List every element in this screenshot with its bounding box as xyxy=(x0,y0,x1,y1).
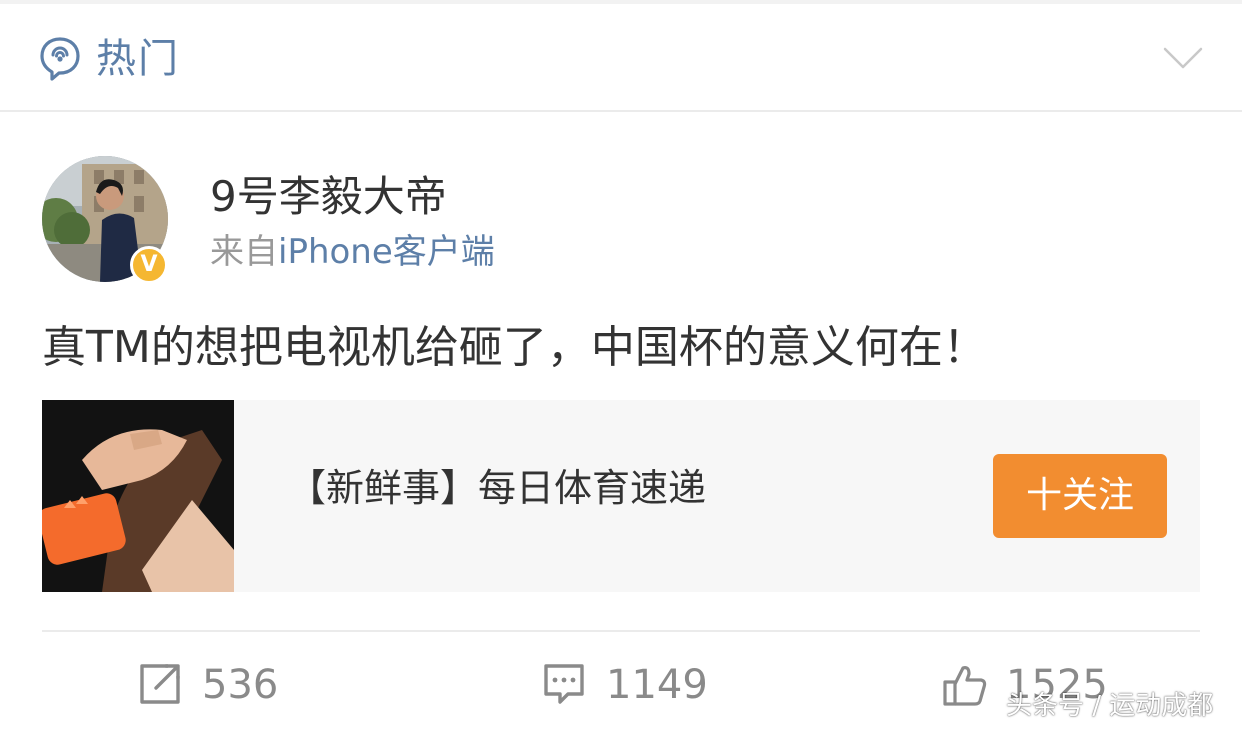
recommended-account-card[interactable]: 【新鲜事】每日体育速递 十关注 xyxy=(42,400,1200,592)
source-prefix: 来自 xyxy=(210,232,278,272)
repost-count: 536 xyxy=(202,662,279,708)
follow-button[interactable]: 十关注 xyxy=(993,454,1167,538)
hot-topic-icon xyxy=(40,37,80,81)
post-text: 真TM的想把电视机给砸了，中国杯的意义何在！ xyxy=(42,322,987,373)
repost-icon xyxy=(140,664,180,704)
repost-button[interactable]: 536 xyxy=(138,650,288,720)
username[interactable]: 9号李毅大帝 xyxy=(210,170,447,224)
post-source: 来自iPhone客户端 xyxy=(210,230,495,274)
watermark: 头条号 / 运动成都 xyxy=(1006,691,1214,721)
verified-badge: V xyxy=(130,246,168,284)
comment-button[interactable]: 1149 xyxy=(542,650,712,720)
comment-icon xyxy=(544,664,584,704)
card-thumbnail xyxy=(42,400,234,592)
source-app-link[interactable]: iPhone客户端 xyxy=(278,232,495,272)
divider xyxy=(42,630,1200,632)
thumbs-up-icon xyxy=(943,666,987,706)
section-header: 热门 xyxy=(0,4,1242,112)
comment-count: 1149 xyxy=(606,662,708,708)
card-title[interactable]: 【新鲜事】每日体育速递 xyxy=(288,462,706,514)
chevron-down-icon[interactable] xyxy=(1163,46,1203,70)
section-title: 热门 xyxy=(96,36,180,82)
